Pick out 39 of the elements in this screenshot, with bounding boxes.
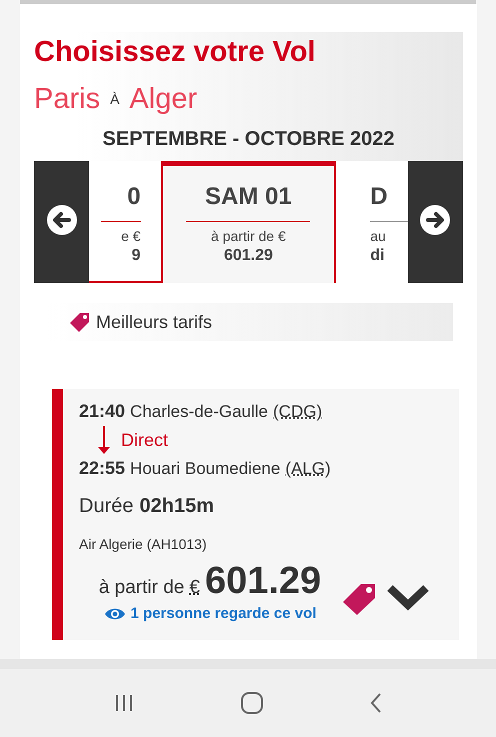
- duration-label: Durée: [79, 495, 134, 518]
- departure-airport: Charles-de-Gaulle: [130, 402, 268, 422]
- arrival-code: (ALG): [285, 459, 331, 479]
- date-tab[interactable]: SAM 01 à partir de € 601.29: [160, 161, 336, 283]
- period-label: SEPTEMBRE - OCTOBRE 2022: [102, 127, 396, 152]
- arrival-time: 22:55: [79, 458, 126, 479]
- previous-button[interactable]: [34, 161, 90, 283]
- page-title: Choisissez votre Vol: [34, 35, 316, 70]
- date-price: 601.29: [224, 247, 273, 265]
- chevron-down-icon[interactable]: [385, 582, 431, 612]
- date-price: 9: [132, 247, 141, 265]
- watchers-label: 1 personne regarde ce vol: [130, 605, 316, 622]
- tag-icon: [341, 582, 377, 616]
- date-price-label: e €: [121, 228, 141, 244]
- origin-city: Paris: [34, 82, 100, 116]
- next-button[interactable]: [408, 161, 463, 283]
- date-price: di: [370, 247, 384, 265]
- flight-card[interactable]: 21:40 Charles-de-Gaulle (CDG) Direct 22:55 Houari Boumediene (ALG) Durée 02h15m Air Algerie (AH1013) à partir de €601.29 1 personne regarde ce vol: [52, 389, 459, 640]
- date-day: SAM 01: [205, 183, 292, 211]
- arrival-airport: Houari Boumediene: [130, 459, 280, 479]
- departure-code: (CDG): [273, 402, 322, 422]
- date-price-label: au: [370, 228, 386, 244]
- departure-time: 21:40: [79, 401, 126, 422]
- date-day: 0: [127, 183, 141, 211]
- down-arrow-icon: [97, 425, 111, 455]
- home-icon[interactable]: [238, 690, 265, 716]
- stop-label: Direct: [121, 430, 168, 450]
- destination-city: Alger: [129, 82, 198, 116]
- price-prefix: à partir de: [98, 577, 184, 599]
- date-price-label: à partir de €: [211, 228, 286, 244]
- best-fares-label: Meilleurs tarifs: [96, 312, 212, 332]
- currency-symbol: €: [189, 577, 200, 599]
- airline-label: Air Algerie (AH1013): [79, 536, 208, 552]
- duration-value: 02h15m: [139, 495, 214, 518]
- tag-icon: [68, 311, 92, 333]
- flight-price: 601.29: [204, 560, 322, 603]
- date-day: D: [370, 183, 388, 211]
- eye-icon: [104, 606, 126, 620]
- route-connector: À: [110, 91, 120, 107]
